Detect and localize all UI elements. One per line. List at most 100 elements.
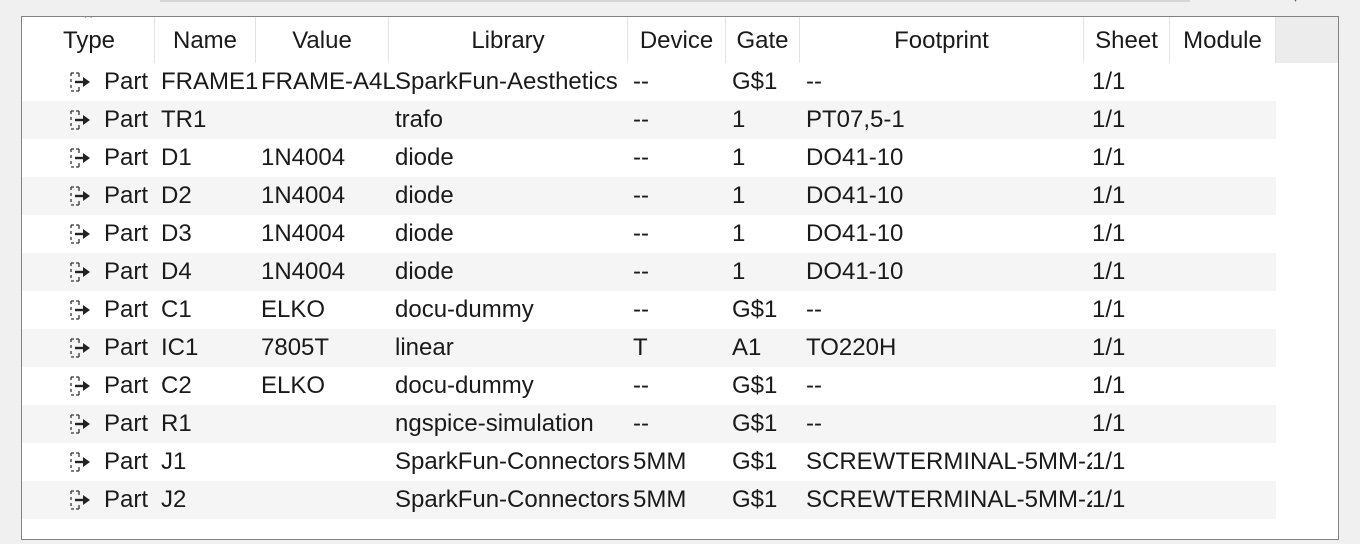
cell-value: 1N4004 (261, 182, 346, 209)
table-row[interactable]: Part J2 SparkFun-Connectors 5MM G$1 SCRE… (22, 481, 1276, 519)
cell-footprint: -- (806, 372, 822, 399)
sort-ascending-icon: ^ (84, 16, 93, 24)
cell-type: Part (104, 372, 149, 399)
column-header-device[interactable]: Device (628, 17, 726, 63)
column-header-label: Footprint (894, 27, 989, 54)
column-header-value[interactable]: Value (256, 17, 389, 63)
parts-table: ^ Type Name Value Library Device Gate Fo… (21, 16, 1339, 540)
table-row[interactable]: Part D4 1N4004 diode -- 1 DO41-10 1/1 (22, 253, 1276, 291)
column-header-module[interactable]: Module (1170, 17, 1276, 63)
dropdown-arrow-icon[interactable]: ▾ (1293, 0, 1298, 5)
cell-device: T (633, 334, 648, 361)
table-row[interactable]: Part IC1 7805T linear T A1 TO220H 1/1 (22, 329, 1276, 367)
cell-sheet: 1/1 (1092, 68, 1126, 95)
cell-gate: G$1 (732, 486, 778, 513)
cell-name: D1 (161, 144, 192, 171)
cell-library: linear (395, 334, 454, 361)
cell-sheet: 1/1 (1092, 106, 1126, 133)
part-arrow-icon (22, 489, 104, 511)
cell-value: 7805T (261, 334, 330, 361)
table-row[interactable]: Part FRAME1 FRAME-A4L SparkFun-Aesthetic… (22, 63, 1276, 101)
cell-name: D3 (161, 220, 192, 247)
column-header-label: Sheet (1095, 27, 1158, 54)
cell-value: FRAME-A4L (261, 68, 395, 95)
cell-gate: 1 (732, 220, 746, 247)
cell-gate: G$1 (732, 68, 778, 95)
table-row[interactable]: Part D2 1N4004 diode -- 1 DO41-10 1/1 (22, 177, 1276, 215)
horizontal-scrollbar[interactable] (160, 0, 1190, 2)
table-row[interactable]: Part D3 1N4004 diode -- 1 DO41-10 1/1 (22, 215, 1276, 253)
column-header-gate[interactable]: Gate (726, 17, 800, 63)
part-arrow-icon (22, 261, 104, 283)
header-empty-area (1276, 17, 1338, 63)
cell-device: -- (633, 372, 649, 399)
table-header: ^ Type Name Value Library Device Gate Fo… (22, 17, 1276, 63)
cell-device: 5MM (633, 448, 687, 475)
cell-gate: 1 (732, 182, 746, 209)
part-arrow-icon (22, 223, 104, 245)
cell-type: Part (104, 486, 149, 513)
cell-type: Part (104, 220, 149, 247)
part-arrow-icon (22, 71, 104, 93)
cell-sheet: 1/1 (1092, 144, 1126, 171)
table-row[interactable]: Part J1 SparkFun-Connectors 5MM G$1 SCRE… (22, 443, 1276, 481)
cell-footprint: -- (806, 410, 822, 437)
column-header-sheet[interactable]: Sheet (1084, 17, 1170, 63)
cell-footprint: -- (806, 68, 822, 95)
cell-name: D4 (161, 258, 192, 285)
cell-sheet: 1/1 (1092, 182, 1126, 209)
cell-library: diode (395, 258, 454, 285)
cell-device: -- (633, 296, 649, 323)
column-header-name[interactable]: Name (155, 17, 256, 63)
part-arrow-icon (22, 299, 104, 321)
cell-sheet: 1/1 (1092, 220, 1126, 247)
cell-footprint: -- (806, 296, 822, 323)
table-row[interactable]: Part C2 ELKO docu-dummy -- G$1 -- 1/1 (22, 367, 1276, 405)
cell-name: D2 (161, 182, 192, 209)
cell-gate: G$1 (732, 448, 778, 475)
cell-type: Part (104, 182, 149, 209)
cell-library: diode (395, 182, 454, 209)
cell-library: diode (395, 220, 454, 247)
cell-footprint: SCREWTERMINAL-5MM-2 (806, 448, 1092, 475)
column-header-label: Value (292, 27, 352, 54)
cell-sheet: 1/1 (1092, 334, 1126, 361)
part-arrow-icon (22, 147, 104, 169)
part-arrow-icon (22, 185, 104, 207)
cell-sheet: 1/1 (1092, 486, 1126, 513)
cell-library: SparkFun-Connectors (395, 486, 630, 513)
cell-gate: G$1 (732, 296, 778, 323)
cell-device: -- (633, 144, 649, 171)
cell-type: Part (104, 448, 149, 475)
cell-gate: 1 (732, 144, 746, 171)
cell-sheet: 1/1 (1092, 410, 1126, 437)
table-row[interactable]: Part D1 1N4004 diode -- 1 DO41-10 1/1 (22, 139, 1276, 177)
cell-name: R1 (161, 410, 192, 437)
cell-name: C1 (161, 296, 192, 323)
cell-sheet: 1/1 (1092, 258, 1126, 285)
column-header-label: Device (639, 27, 714, 54)
cell-type: Part (104, 68, 149, 95)
table-row[interactable]: Part C1 ELKO docu-dummy -- G$1 -- 1/1 (22, 291, 1276, 329)
part-arrow-icon (22, 413, 104, 435)
table-row[interactable]: Part R1 ngspice-simulation -- G$1 -- 1/1 (22, 405, 1276, 443)
table-body: Part FRAME1 FRAME-A4L SparkFun-Aesthetic… (22, 63, 1276, 519)
table-row[interactable]: Part TR1 trafo -- 1 PT07,5-1 1/1 (22, 101, 1276, 139)
cell-value: ELKO (261, 296, 326, 323)
cell-device: -- (633, 106, 649, 133)
cell-library: diode (395, 144, 454, 171)
cell-name: IC1 (161, 334, 199, 361)
cell-gate: A1 (732, 334, 762, 361)
cell-type: Part (104, 296, 149, 323)
column-header-footprint[interactable]: Footprint (800, 17, 1084, 63)
cell-value: 1N4004 (261, 220, 346, 247)
column-header-library[interactable]: Library (389, 17, 628, 63)
column-header-type[interactable]: ^ Type (22, 17, 155, 63)
cell-gate: G$1 (732, 372, 778, 399)
cell-type: Part (104, 106, 149, 133)
cell-library: docu-dummy (395, 372, 534, 399)
cell-footprint: DO41-10 (806, 182, 904, 209)
cell-value: 1N4004 (261, 144, 346, 171)
cell-library: SparkFun-Connectors (395, 448, 630, 475)
cell-gate: 1 (732, 106, 746, 133)
